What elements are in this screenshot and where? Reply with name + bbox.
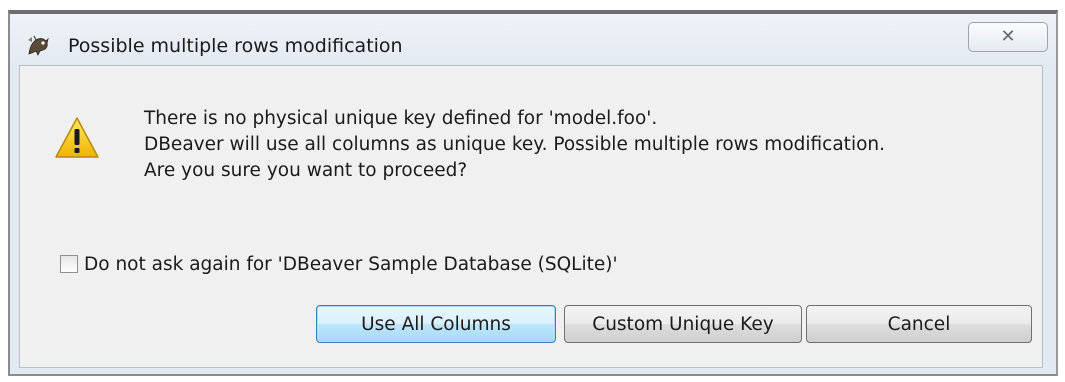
screenshot-background: Possible multiple rows modification ✕ Th…	[0, 0, 1065, 382]
use-all-columns-button[interactable]: Use All Columns	[316, 305, 556, 343]
dbeaver-icon	[26, 34, 50, 56]
dialog-window: Possible multiple rows modification ✕ Th…	[8, 10, 1058, 376]
warning-icon	[54, 116, 100, 160]
message-text: There is no physical unique key defined …	[144, 106, 885, 184]
do-not-ask-again-row[interactable]: Do not ask again for 'DBeaver Sample Dat…	[60, 252, 618, 276]
message-line: Are you sure you want to proceed?	[144, 160, 468, 181]
message-line: There is no physical unique key defined …	[144, 108, 658, 129]
dialog-content: There is no physical unique key defined …	[19, 65, 1043, 368]
message-line: DBeaver will use all columns as unique k…	[144, 134, 886, 155]
title-bar[interactable]: Possible multiple rows modification ✕	[10, 14, 1056, 64]
close-icon: ✕	[1000, 26, 1016, 47]
do-not-ask-again-label[interactable]: Do not ask again for 'DBeaver Sample Dat…	[84, 254, 618, 275]
custom-unique-key-button[interactable]: Custom Unique Key	[564, 305, 802, 343]
close-button[interactable]: ✕	[968, 22, 1048, 52]
cancel-button[interactable]: Cancel	[806, 305, 1032, 343]
do-not-ask-again-checkbox[interactable]	[60, 255, 78, 273]
window-title: Possible multiple rows modification	[68, 35, 403, 57]
